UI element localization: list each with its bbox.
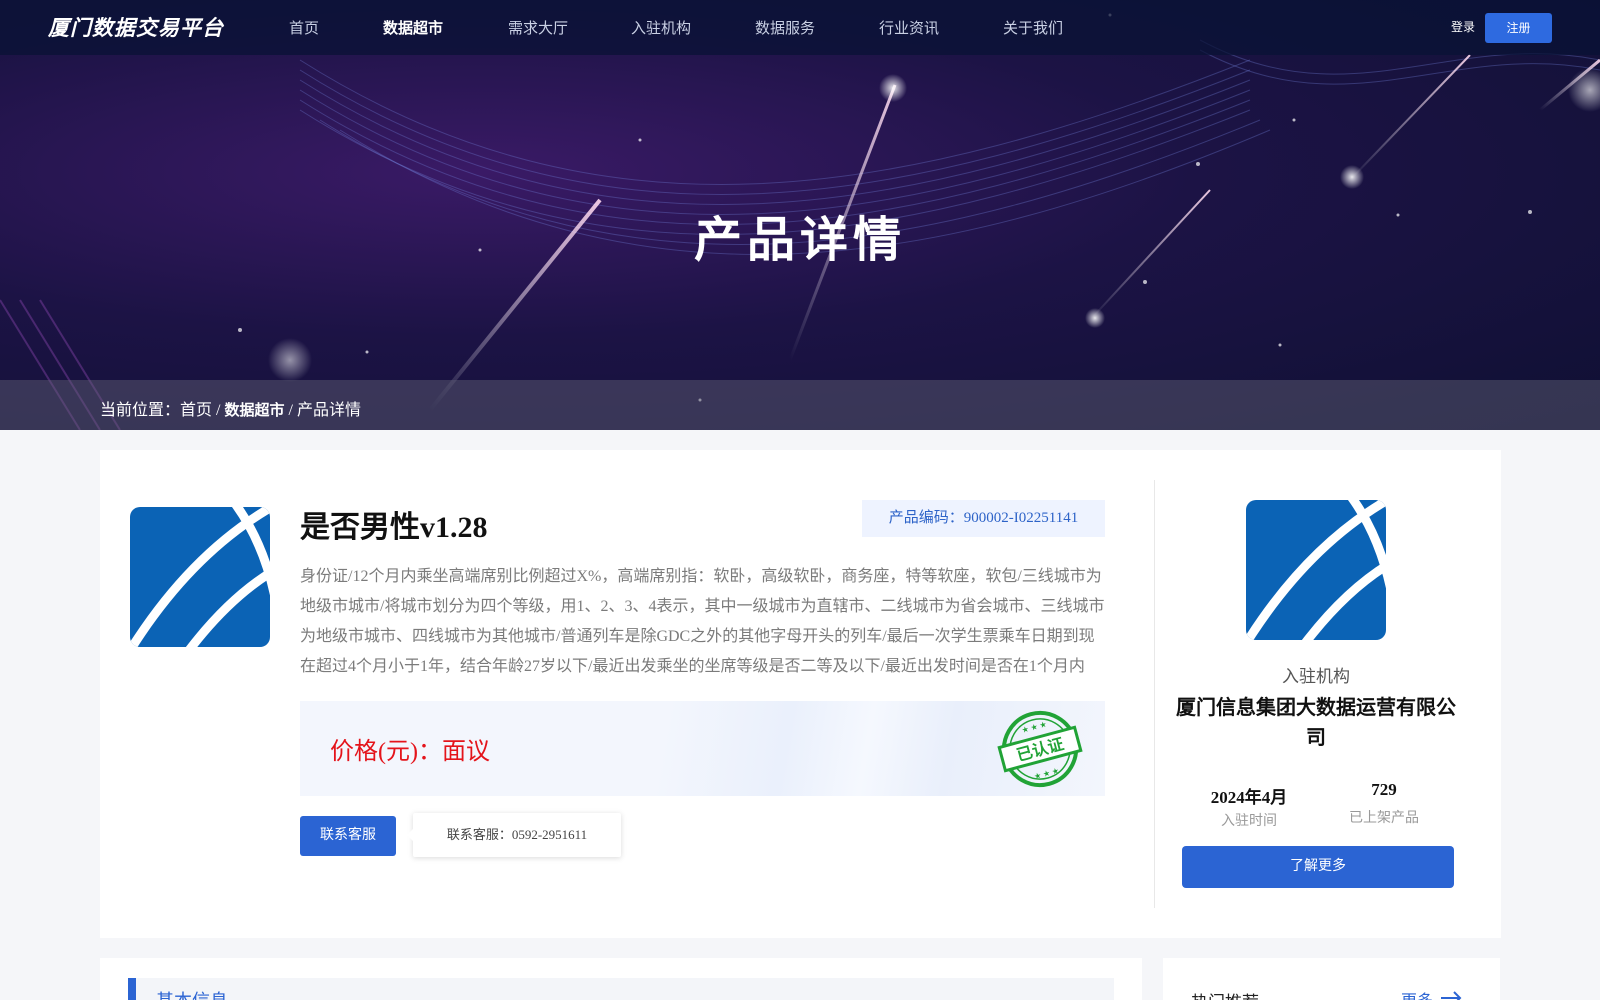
brand-logo[interactable]: 厦门数据交易平台 — [48, 12, 224, 42]
learn-more-button[interactable]: 了解更多 — [1182, 846, 1454, 888]
org-logo — [1246, 500, 1386, 640]
org-name: 厦门信息集团大数据运营有限公司 — [1176, 695, 1456, 749]
price-panel: 价格(元)：面议 已认证 ★ ★ ★ ★ ★ ★ — [300, 701, 1105, 796]
breadcrumb-separator: / — [284, 402, 293, 419]
vertical-divider — [1154, 480, 1155, 908]
breadcrumb-data-market[interactable]: 数据超市 — [224, 401, 284, 419]
svg-text:★ ★ ★: ★ ★ ★ — [1021, 720, 1048, 735]
org-label: 入驻机构 — [1282, 667, 1350, 686]
breadcrumb-bar: 当前位置：首页 / 数据超市 / 产品详情 — [0, 380, 1600, 430]
globe-arc-icon — [130, 507, 270, 647]
nav-item-about-us[interactable]: 关于我们 — [1003, 17, 1063, 38]
globe-arc-icon — [1246, 500, 1386, 640]
contact-service-button[interactable]: 联系客服 — [300, 816, 396, 856]
basic-info-header: 基本信息 — [128, 978, 1114, 1000]
org-products-value: 729 — [1371, 780, 1397, 799]
certified-stamp-icon: 已认证 ★ ★ ★ ★ ★ ★ — [997, 711, 1083, 787]
basic-info-card: 基本信息 — [100, 958, 1142, 1000]
org-joined-label: 入驻时间 — [1221, 814, 1277, 829]
org-joined-value: 2024年4月 — [1210, 788, 1288, 807]
breadcrumb-home[interactable]: 首页 — [180, 402, 212, 419]
nav-item-demand-hall[interactable]: 需求大厅 — [508, 17, 568, 38]
nav-item-industry-news[interactable]: 行业资讯 — [879, 17, 939, 38]
login-link[interactable]: 登录 — [1451, 18, 1475, 35]
hero-banner: 厦门数据交易平台 首页 数据超市 需求大厅 入驻机构 数据服务 行业资讯 关于我… — [0, 0, 1600, 430]
nav-item-data-market[interactable]: 数据超市 — [383, 17, 443, 38]
nav-item-home[interactable]: 首页 — [289, 17, 319, 38]
register-button[interactable]: 注册 — [1485, 13, 1552, 43]
hot-recommend-title: 热门推荐 — [1191, 988, 1259, 1000]
product-code-badge: 产品编码：900002-I02251141 — [862, 500, 1105, 537]
breadcrumb-prefix: 当前位置： — [100, 402, 181, 419]
hot-more-link[interactable]: 更多 — [1401, 987, 1433, 1000]
arrow-right-icon[interactable] — [1440, 991, 1462, 1000]
product-description: 身份证/12个月内乘坐高端席别比例超过X%，高端席别指：软卧，高级软卧，商务座，… — [300, 568, 1105, 675]
nav-item-institutions[interactable]: 入驻机构 — [631, 17, 691, 38]
hot-recommend-card: 热门推荐 更多 — [1163, 958, 1500, 1000]
product-logo — [130, 507, 270, 647]
top-nav: 厦门数据交易平台 首页 数据超市 需求大厅 入驻机构 数据服务 行业资讯 关于我… — [0, 0, 1600, 55]
product-detail-card: 是否男性v1.28 产品编码：900002-I02251141 身份证/12个月… — [100, 450, 1501, 938]
product-name: 是否男性v1.28 — [300, 511, 488, 544]
basic-info-title: 基本信息 — [156, 987, 228, 1000]
nav-item-data-services[interactable]: 数据服务 — [755, 17, 815, 38]
product-price: 价格(元)：面议 — [330, 739, 490, 765]
org-products-label: 已上架产品 — [1349, 811, 1419, 826]
breadcrumb-current: 产品详情 — [296, 402, 361, 419]
breadcrumb-separator: / — [212, 402, 221, 419]
page-title: 产品详情 — [693, 212, 906, 268]
breadcrumb: 当前位置：首页 / 数据超市 / 产品详情 — [100, 396, 361, 420]
contact-service-tooltip: 联系客服：0592-2951611 — [407, 813, 621, 857]
